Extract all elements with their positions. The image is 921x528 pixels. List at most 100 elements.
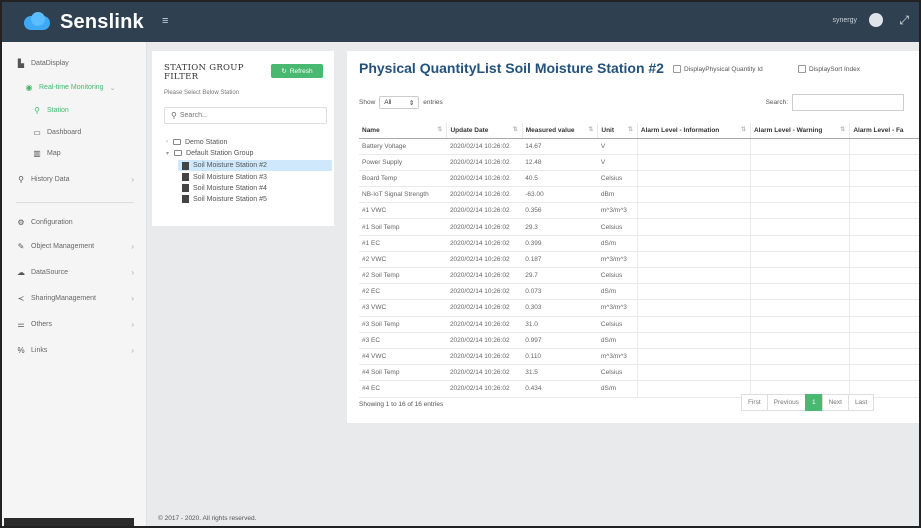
table-cell: 31.0 <box>522 316 598 333</box>
tree-node-station-2[interactable]: Soil Moisture Station #2 <box>178 160 332 171</box>
senslink-logo-icon <box>22 12 52 32</box>
sidebar-item-datadisplay[interactable]: ▙ DataDisplay <box>16 59 69 68</box>
table-row[interactable]: #2 EC 2020/02/14 10:26:02 0.073 dS/m <box>359 283 919 301</box>
column-header[interactable]: Alarm Level - Fa <box>849 123 919 139</box>
table-cell <box>849 218 919 236</box>
sidebar-item-realtime-monitoring[interactable]: ◉ Real-time Monitoring ⌄ <box>24 83 116 92</box>
checkbox[interactable] <box>798 65 806 73</box>
table-cell: Celsius <box>597 170 638 188</box>
table-cell <box>749 138 850 155</box>
sidebar-item-sharing-management[interactable]: ≺ SharingManagement › <box>16 294 134 303</box>
table-row[interactable]: Power Supply 2020/02/14 10:26:02 12.48 V <box>359 154 919 171</box>
sidebar-item-dashboard[interactable]: ▭ Dashboard <box>32 128 81 137</box>
table-cell: m^3/m^3 <box>597 202 638 220</box>
refresh-icon: ↻ <box>281 68 287 75</box>
table-row[interactable]: #1 EC 2020/02/14 10:26:02 0.399 dS/m <box>359 235 919 252</box>
table-row[interactable]: NB-IoT Signal Strength 2020/02/14 10:26:0… <box>359 186 919 204</box>
table-cell <box>749 154 850 171</box>
table-cell: Board Temp <box>359 170 447 188</box>
table-cell <box>849 267 919 285</box>
table-row[interactable]: Board Temp 2020/02/14 10:26:02 40.5 Celsius <box>359 170 919 188</box>
column-header[interactable]: Alarm Level - Warning ⇅ <box>749 123 850 139</box>
checkbox[interactable] <box>673 65 681 73</box>
table-cell <box>636 170 751 188</box>
station-search[interactable]: ⚲ <box>164 107 327 124</box>
column-header[interactable]: Update Date ⇅ <box>446 123 523 139</box>
table-cell <box>749 348 850 366</box>
table-cell: 2020/02/14 10:26:02 <box>446 154 523 171</box>
previous-page-button[interactable]: Previous <box>766 394 806 411</box>
sidebar-item-map[interactable]: ▥ Map <box>32 149 60 158</box>
table-row[interactable]: #3 Soil Temp 2020/02/14 10:26:02 31.0 Celsi… <box>359 316 919 333</box>
column-header[interactable]: Name ⇅ <box>359 123 447 139</box>
table-cell <box>636 364 751 382</box>
table-cell <box>849 235 919 252</box>
table-row[interactable]: #1 Soil Temp 2020/02/14 10:26:02 29.3 Celsi… <box>359 218 919 236</box>
table-cell: Battery Voltage <box>359 138 447 155</box>
table-cell <box>849 186 919 204</box>
table-cell: 0.356 <box>522 202 598 220</box>
table-header-row: Name ⇅ Update Date ⇅ Measured value ⇅ Unit ⇅ Ala… <box>359 123 919 139</box>
hamburger-icon[interactable]: ≡ <box>162 15 168 27</box>
tree-node-default-station-group[interactable]: ▾ Default Station Group <box>166 148 253 158</box>
column-header[interactable]: Unit ⇅ <box>597 123 638 139</box>
display-id-toggle[interactable]: DisplayPhysical Quantity Id <box>673 65 763 73</box>
chevron-right-icon: › <box>131 346 134 355</box>
table-cell: 2020/02/14 10:26:02 <box>446 138 523 155</box>
table-cell: 2020/02/14 10:26:02 <box>446 218 523 236</box>
table-cell: dS/m <box>597 380 638 398</box>
page-1-button[interactable]: 1 <box>804 394 823 411</box>
pin-icon: ⚲ <box>34 106 40 115</box>
chart-icon: ▙ <box>17 59 25 68</box>
table-row[interactable]: Battery Voltage 2020/02/14 10:26:02 14.67 V <box>359 138 919 155</box>
sidebar-item-datasource[interactable]: ☁ DataSource › <box>16 268 134 277</box>
app-window: Senslink ≡ synergy ⤢ ▙ DataDisplay ◉ Rea… <box>0 0 921 528</box>
sidebar-item-history-data[interactable]: ⚲ History Data › <box>16 175 134 184</box>
filter-title: STATION GROUP FILTER <box>164 63 244 82</box>
table-row[interactable]: #3 VWC 2020/02/14 10:26:02 0.303 m^3/m^3 <box>359 299 919 317</box>
sidebar-item-label: Links <box>31 347 48 354</box>
table-cell <box>749 251 850 269</box>
sidebar-item-object-management[interactable]: ✎ Object Management › <box>16 242 134 251</box>
tree-node-demo-station[interactable]: › Demo Station <box>166 137 227 147</box>
table-info: Showing 1 to 16 of 16 entries <box>359 401 444 408</box>
sidebar-item-label: Station <box>47 107 69 114</box>
table-row[interactable]: #4 VWC 2020/02/14 10:26:02 0.110 m^3/m^3 <box>359 348 919 366</box>
table-cell: 2020/02/14 10:26:02 <box>446 170 523 188</box>
refresh-button[interactable]: ↻ Refresh <box>271 64 323 78</box>
table-row[interactable]: #4 Soil Temp 2020/02/14 10:26:02 31.5 Celsi… <box>359 364 919 382</box>
display-sort-toggle[interactable]: DisplaySort Index <box>798 65 860 73</box>
table-cell: dS/m <box>597 332 638 349</box>
sidebar-item-configuration[interactable]: ⚙ Configuration <box>16 218 72 227</box>
globe-icon[interactable] <box>869 13 883 27</box>
table-cell: 2020/02/14 10:26:02 <box>446 364 523 382</box>
sidebar-item-others[interactable]: ⚌ Others › <box>16 320 134 329</box>
chevron-right-icon: › <box>166 139 168 145</box>
divider <box>16 202 134 203</box>
sidebar-item-station[interactable]: ⚲ Station <box>32 106 69 115</box>
column-header[interactable]: Alarm Level - Information ⇅ <box>636 123 751 139</box>
first-page-button[interactable]: First <box>741 394 768 411</box>
sidebar-item-links[interactable]: % Links › <box>16 346 134 355</box>
table-row[interactable]: #2 VWC 2020/02/14 10:26:02 0.187 m^3/m^3 <box>359 251 919 269</box>
tree-node-station-4[interactable]: Soil Moisture Station #4 <box>182 183 267 193</box>
table-row[interactable]: #2 Soil Temp 2020/02/14 10:26:02 29.7 Celsi… <box>359 267 919 285</box>
updown-icon: ⇕ <box>408 99 415 107</box>
tree-node-station-5[interactable]: Soil Moisture Station #5 <box>182 194 267 204</box>
table-search-input[interactable] <box>792 94 904 111</box>
table-cell: 2020/02/14 10:26:02 <box>446 348 523 366</box>
pagination: First Previous 1 Next Last <box>741 394 875 411</box>
station-search-input[interactable] <box>179 112 320 119</box>
next-page-button[interactable]: Next <box>821 394 849 411</box>
user-name[interactable]: synergy <box>832 17 857 24</box>
tree-node-station-3[interactable]: Soil Moisture Station #3 <box>182 172 267 182</box>
file-icon <box>182 173 189 181</box>
table-row[interactable]: #3 EC 2020/02/14 10:26:02 0.997 dS/m <box>359 332 919 349</box>
page-length-select[interactable]: All ⇕ <box>379 96 420 109</box>
column-header[interactable]: Measured value ⇅ <box>521 123 598 139</box>
table-cell: #3 VWC <box>359 299 447 317</box>
table-row[interactable]: #1 VWC 2020/02/14 10:26:02 0.356 m^3/m^3 <box>359 202 919 220</box>
expand-icon[interactable]: ⤢ <box>899 13 909 28</box>
last-page-button[interactable]: Last <box>847 394 875 411</box>
brand[interactable]: Senslink <box>2 2 147 42</box>
